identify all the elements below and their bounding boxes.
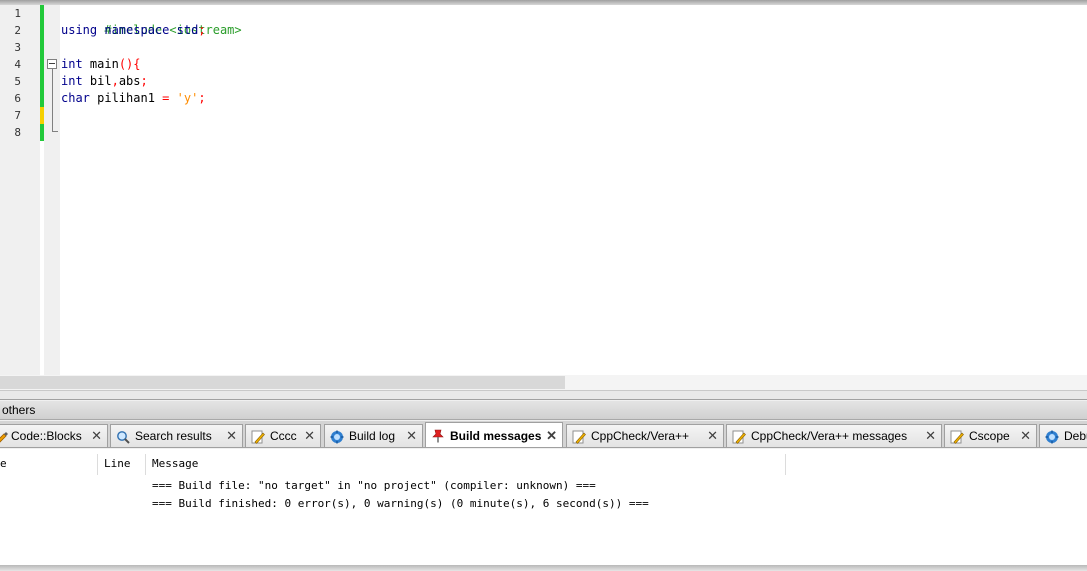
pencil-doc-icon (732, 429, 746, 444)
code-line-5: int bil,abs; (61, 73, 148, 90)
list-item[interactable]: === Build finished: 0 error(s), 0 warnin… (152, 495, 649, 512)
tab-cppcheck-vera[interactable]: CppCheck/Vera++ ✕ (566, 424, 724, 447)
code-line-6: char pilihan1 = 'y'; (61, 90, 206, 107)
line-number: 3 (14, 41, 21, 54)
tab-label: CppCheck/Vera++ messages (751, 429, 908, 443)
line-number: 5 (14, 75, 21, 88)
tab-label: Search results (135, 429, 212, 443)
pencil-doc-icon (950, 429, 964, 444)
code-line-2: using namespace std; (61, 22, 206, 39)
identifier: main (82, 57, 119, 71)
identifier: std (176, 23, 199, 37)
keyword: int (61, 74, 83, 88)
line-number: 8 (14, 126, 21, 139)
close-icon[interactable]: ✕ (1020, 425, 1031, 447)
close-icon[interactable]: ✕ (546, 425, 557, 447)
pencil-doc-icon (251, 429, 265, 444)
tab-build-messages[interactable]: Build messages ✕ (425, 422, 563, 447)
tab-codeblocks[interactable]: Code::Blocks ✕ (0, 424, 108, 447)
horizontal-scrollbar[interactable] (0, 375, 1087, 390)
magnifier-icon (116, 429, 130, 444)
close-icon[interactable]: ✕ (406, 425, 417, 447)
code-line-1: #include <iostream> (61, 5, 241, 37)
fold-guide-line (52, 69, 53, 131)
column-separator[interactable] (785, 454, 786, 475)
tab-build-log[interactable]: Build log ✕ (324, 424, 423, 447)
list-item[interactable]: === Build file: "no target" in "no proje… (152, 477, 596, 494)
line-number: 6 (14, 92, 21, 105)
identifier: abs (118, 74, 141, 88)
tab-cppcheck-vera-messages[interactable]: CppCheck/Vera++ messages ✕ (726, 424, 942, 447)
codeblocks-window: 1 2 3 4 5 6 7 8 #include <iostream> usin… (0, 0, 1087, 571)
tab-cccc[interactable]: Cccc ✕ (245, 424, 321, 447)
operator: ; (198, 91, 206, 105)
line-number: 1 (14, 7, 21, 20)
code-line-4: int main(){ (61, 56, 141, 73)
tab-cscope[interactable]: Cscope ✕ (944, 424, 1037, 447)
tab-label: Code::Blocks (11, 429, 82, 443)
gear-icon (330, 429, 344, 444)
gear-icon (1045, 429, 1059, 444)
tab-label: CppCheck/Vera++ (591, 429, 690, 443)
column-separator[interactable] (145, 454, 146, 475)
string-literal: 'y' (176, 91, 199, 105)
codeblocks-icon (0, 429, 8, 443)
panel-splitter[interactable] (0, 390, 1087, 400)
fold-end-marker (52, 131, 58, 132)
tab-debugger[interactable]: Debu (1039, 424, 1087, 447)
line-number: 2 (14, 24, 21, 37)
pushpin-icon (431, 428, 445, 443)
close-icon[interactable]: ✕ (91, 425, 102, 447)
close-icon[interactable]: ✕ (707, 425, 718, 447)
keyword: using (61, 23, 98, 37)
status-area-border (0, 565, 1087, 571)
identifier: bil (82, 74, 112, 88)
close-icon[interactable]: ✕ (925, 425, 936, 447)
operator: , (111, 74, 119, 88)
column-header-file[interactable]: e (0, 454, 7, 473)
tab-label: Debu (1064, 429, 1087, 443)
line-number: 7 (14, 109, 21, 122)
operator: (){ (118, 57, 141, 71)
keyword: namespace (104, 23, 170, 37)
pencil-doc-icon (572, 429, 586, 444)
column-header-message[interactable]: Message (152, 454, 198, 473)
code-editor[interactable]: 1 2 3 4 5 6 7 8 #include <iostream> usin… (0, 5, 1087, 375)
line-number: 4 (14, 58, 21, 71)
build-messages-list[interactable]: e Line Message === Build file: "no targe… (0, 449, 1087, 565)
keyword: int (61, 57, 83, 71)
logs-tab-bar: Code::Blocks ✕ Search results ✕ Cccc ✕ B… (0, 421, 1087, 448)
column-header-line[interactable]: Line (104, 454, 131, 473)
keyword: char (61, 91, 90, 105)
close-icon[interactable]: ✕ (304, 425, 315, 447)
identifier: pilihan1 (89, 91, 163, 105)
tab-search-results[interactable]: Search results ✕ (110, 424, 243, 447)
column-separator[interactable] (97, 454, 98, 475)
close-icon[interactable]: ✕ (226, 425, 237, 447)
scrollbar-thumb[interactable] (0, 376, 565, 389)
tab-label: Build log (349, 429, 396, 443)
operator: ; (140, 74, 148, 88)
fold-collapse-icon[interactable] (47, 59, 57, 69)
operator: ; (198, 23, 206, 37)
tab-label: Cccc (270, 429, 297, 443)
logs-panel-title: others (0, 401, 1087, 420)
tab-label: Build messages (450, 429, 542, 443)
tab-label: Cscope (969, 429, 1010, 443)
line-number-gutter: 1 2 3 4 5 6 7 8 (0, 5, 40, 375)
